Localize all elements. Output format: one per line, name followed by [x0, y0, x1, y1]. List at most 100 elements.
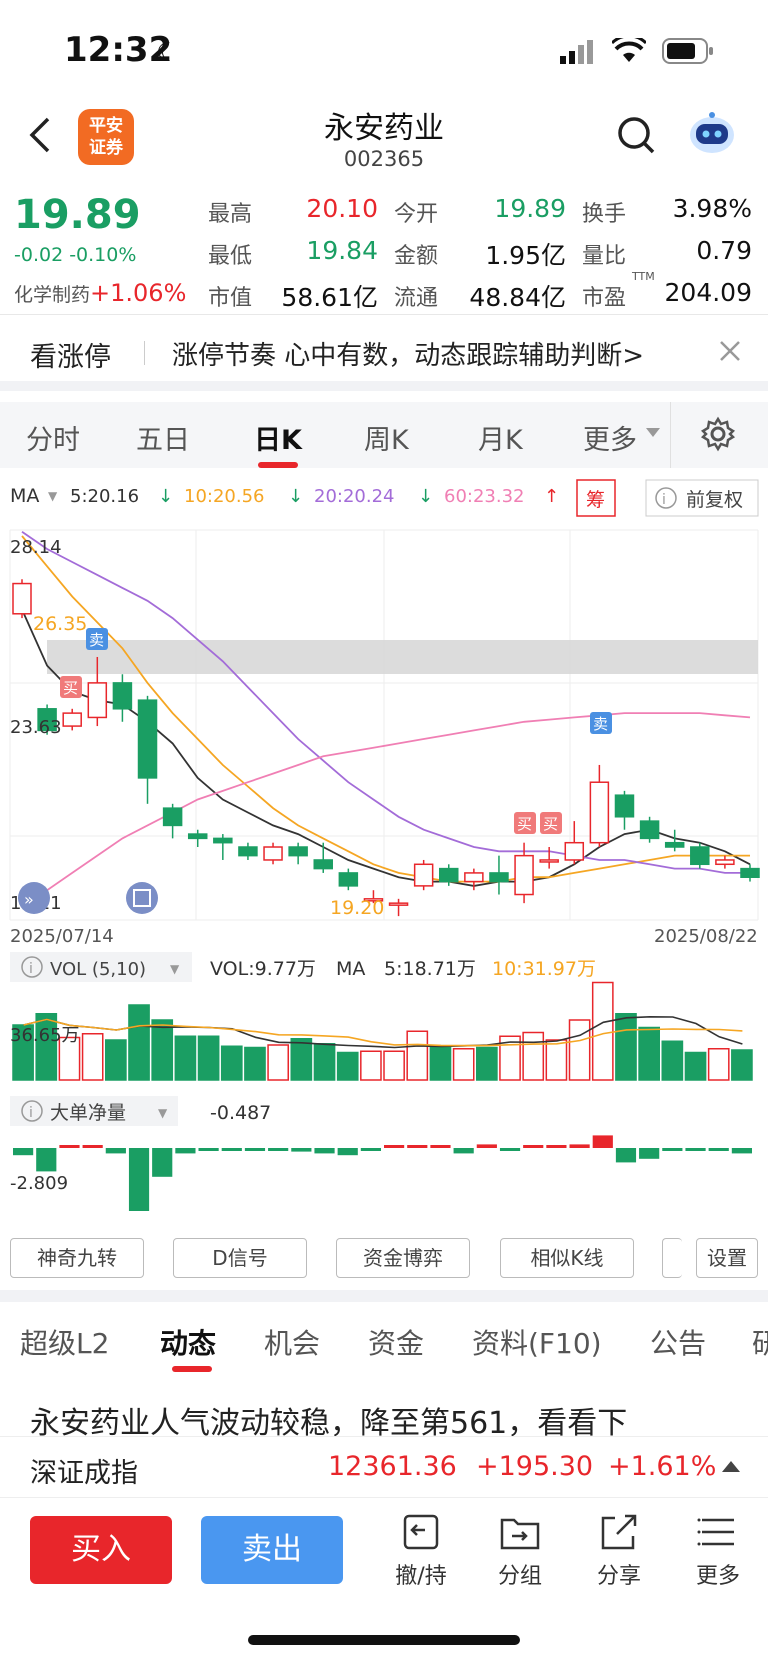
buy-button[interactable]: 买入 [30, 1516, 172, 1584]
chevron-up-icon[interactable] [722, 1461, 740, 1472]
candle[interactable] [263, 846, 283, 861]
candle[interactable] [539, 859, 559, 863]
candle[interactable] [12, 582, 32, 615]
buy-tag[interactable]: 买 [60, 676, 82, 698]
quote-value: 19.84 [306, 236, 378, 265]
candle[interactable] [589, 781, 610, 844]
bigorder-bar [105, 1148, 126, 1154]
bigorder-bar [360, 1148, 381, 1151]
collapse-left-button[interactable]: » [18, 882, 50, 914]
ma-value: 60:23.32 [444, 486, 525, 507]
candle[interactable] [439, 867, 459, 883]
banner-text: 涨停节奏 心中有数，动态跟踪辅助判断> [172, 341, 645, 371]
kline-chart-area[interactable]: MA ▼ 5:20.16 ↓ 10:20.56 ↓ 20:20.24 ↓ 60:23.32 ↑… [0, 468, 768, 1238]
volume-bar [151, 1019, 174, 1081]
tab-super-l2[interactable]: 超级L2 [20, 1322, 109, 1362]
candle[interactable] [489, 872, 509, 883]
bigorder-bar [221, 1148, 242, 1151]
vol-value: VOL:9.77万 [210, 958, 316, 980]
candle[interactable] [464, 872, 484, 883]
buy-tag[interactable]: 买 [540, 812, 562, 834]
capital-game-button[interactable]: 资金博弈 [336, 1238, 470, 1278]
bigorder-bar [198, 1148, 219, 1151]
candle[interactable] [690, 846, 710, 866]
tab-monthly-k[interactable]: 月K [478, 418, 523, 457]
more-button[interactable]: 更多 [678, 1512, 758, 1590]
candle[interactable] [62, 712, 82, 727]
candle[interactable] [514, 854, 534, 896]
limit-up-banner[interactable]: 看涨停 涨停节奏 心中有数，动态跟踪辅助判断> [0, 315, 768, 391]
group-button[interactable]: 分组 [480, 1512, 560, 1590]
candle[interactable] [112, 682, 133, 710]
candle[interactable] [288, 846, 308, 857]
tab-dynamics[interactable]: 动态 [160, 1322, 216, 1362]
bigorder-bar [128, 1148, 150, 1211]
tab-more[interactable]: 更多 [583, 418, 637, 457]
candle[interactable] [137, 699, 158, 779]
candle[interactable] [664, 841, 685, 848]
search-icon[interactable] [616, 115, 656, 155]
robot-assistant-icon[interactable] [688, 111, 736, 155]
sector-info[interactable]: 化学制药+1.06% [14, 279, 186, 307]
y-axis-mid: 23.63 [10, 717, 62, 738]
candle[interactable] [639, 820, 660, 840]
vol-ma5: 5:18.71万 [384, 958, 476, 980]
tab-capital[interactable]: 资金 [368, 1322, 424, 1362]
candle[interactable] [87, 682, 108, 719]
tab-weekly-k[interactable]: 周K [364, 418, 409, 457]
candle[interactable] [313, 859, 333, 870]
tab-research[interactable]: 研 [752, 1322, 768, 1362]
tab-five-day[interactable]: 五日 [136, 418, 190, 457]
candle[interactable] [564, 841, 585, 861]
candle[interactable] [238, 846, 258, 857]
quote-label: 最低 [208, 244, 253, 269]
vol-ma10: 10:31.97万 [492, 958, 596, 980]
settings-gear-icon[interactable] [700, 416, 736, 452]
sell-tag[interactable]: 卖 [590, 712, 612, 734]
share-button[interactable]: 分享 [579, 1512, 659, 1590]
volume-bar [220, 1045, 243, 1081]
tab-fenshi[interactable]: 分时 [26, 418, 80, 457]
tab-daily-k[interactable]: 日K [254, 418, 302, 457]
tab-announcement[interactable]: 公告 [650, 1322, 706, 1362]
d-signal-button[interactable]: D信号 [173, 1238, 307, 1278]
bigorder-bar [59, 1145, 80, 1148]
tool-buttons: 神奇九转 D信号 资金博弈 相似K线 设置 [0, 1238, 768, 1284]
arrow-up-icon: ↑ [544, 486, 559, 507]
current-price: 19.89 [14, 192, 141, 238]
volume-bar [197, 1035, 220, 1081]
magic-nine-button[interactable]: 神奇九转 [10, 1238, 144, 1278]
cancel-hold-button[interactable]: 撤/持 [381, 1512, 461, 1590]
tool-settings-button[interactable]: 设置 [696, 1238, 758, 1278]
svg-text:»: » [24, 890, 34, 909]
close-icon[interactable] [718, 339, 742, 363]
candle[interactable] [213, 837, 233, 844]
candle[interactable] [614, 794, 635, 818]
tab-f10[interactable]: 资料(F10) [472, 1322, 602, 1362]
candle[interactable] [715, 859, 735, 866]
tab-separator [670, 402, 671, 468]
moon-icon: ☾ [156, 38, 180, 68]
ma-dropdown-icon[interactable]: ▼ [48, 489, 58, 503]
fullscreen-button[interactable] [126, 882, 158, 914]
more-tool-button[interactable] [662, 1238, 682, 1278]
ma-label[interactable]: MA [10, 485, 39, 507]
candle[interactable] [388, 902, 409, 906]
tab-opportunity[interactable]: 机会 [264, 1322, 320, 1362]
sell-tag[interactable]: 卖 [86, 628, 108, 650]
index-ticker[interactable]: 深证成指 12361.36 +195.30 +1.61% [0, 1436, 768, 1498]
candle[interactable] [162, 807, 183, 827]
group-label: 分组 [497, 1564, 542, 1589]
similar-kline-button[interactable]: 相似K线 [500, 1238, 634, 1278]
bigorder-bar [82, 1145, 103, 1148]
bigorder-bar [685, 1148, 706, 1151]
buy-tag[interactable]: 买 [514, 812, 536, 834]
candle[interactable] [187, 833, 208, 840]
sell-button[interactable]: 卖出 [201, 1516, 343, 1584]
candle[interactable] [740, 867, 760, 878]
info-icon-glyph: i [662, 492, 666, 508]
quote-value: 19.89 [494, 194, 566, 223]
quote-label: 金额 [394, 244, 439, 269]
candle[interactable] [338, 872, 359, 887]
candle[interactable] [413, 863, 434, 887]
